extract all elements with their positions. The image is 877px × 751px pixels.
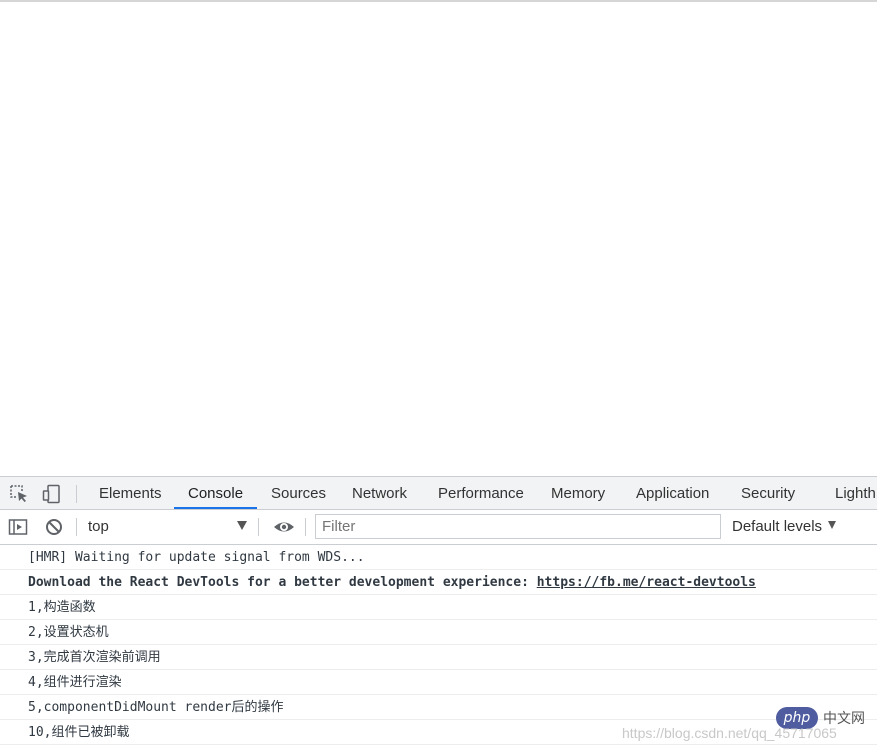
- context-selector[interactable]: top: [88, 510, 109, 544]
- chevron-down-icon[interactable]: [828, 521, 837, 529]
- console-message: [HMR] Waiting for update signal from WDS…: [0, 545, 877, 570]
- console-message-text: 5,componentDidMount render后的操作: [28, 700, 284, 715]
- clear-console-icon[interactable]: [44, 517, 64, 537]
- chevron-down-icon[interactable]: [237, 521, 247, 530]
- console-message: 2,设置状态机: [0, 620, 877, 645]
- watermark-url: https://blog.csdn.net/qq_45717065: [622, 725, 837, 741]
- console-messages: [HMR] Waiting for update signal from WDS…: [0, 545, 877, 751]
- inspect-element-icon[interactable]: [9, 484, 29, 504]
- console-message-text: 2,设置状态机: [28, 625, 109, 640]
- tab-performance[interactable]: Performance: [438, 477, 524, 509]
- console-message-text: [HMR] Waiting for update signal from WDS…: [28, 550, 365, 565]
- console-message-text: 4,组件进行渲染: [28, 675, 122, 690]
- tab-elements[interactable]: Elements: [99, 477, 162, 509]
- tab-sources[interactable]: Sources: [271, 477, 326, 509]
- log-levels-dropdown[interactable]: Default levels: [732, 510, 837, 544]
- react-devtools-link[interactable]: https://fb.me/react-devtools: [537, 575, 756, 590]
- console-message-text: 3,完成首次渲染前调用: [28, 650, 161, 665]
- live-expression-icon[interactable]: [273, 517, 294, 537]
- show-sidebar-icon[interactable]: [8, 517, 28, 537]
- tab-memory[interactable]: Memory: [551, 477, 605, 509]
- tab-console[interactable]: Console: [174, 477, 258, 509]
- devtools-tab-bar: Elements Console Sources Network Performance…: [0, 476, 877, 510]
- page-viewport: [0, 2, 877, 476]
- filter-input[interactable]: [315, 514, 721, 539]
- log-levels-label: Default levels: [732, 518, 823, 535]
- tab-application[interactable]: Application: [636, 477, 709, 509]
- toolbar-divider: [305, 518, 306, 536]
- tab-lighth[interactable]: Lighth: [835, 477, 876, 509]
- console-toolbar: top Default levels: [0, 510, 877, 545]
- tab-security[interactable]: Security: [741, 477, 795, 509]
- console-message: Download the React DevTools for a better…: [0, 570, 877, 595]
- tab-network[interactable]: Network: [352, 477, 407, 509]
- toolbar-divider: [258, 518, 259, 536]
- console-message: 5,componentDidMount render后的操作: [0, 695, 877, 720]
- console-message-text: 10,组件已被卸载: [28, 725, 130, 740]
- console-message: 3,完成首次渲染前调用: [0, 645, 877, 670]
- devtools-panel: Elements Console Sources Network Performance…: [0, 476, 877, 751]
- console-message: 1,构造函数: [0, 595, 877, 620]
- console-message-text: Download the React DevTools for a better…: [28, 575, 537, 590]
- console-message-text: 1,构造函数: [28, 600, 96, 615]
- console-message: 4,组件进行渲染: [0, 670, 877, 695]
- device-toolbar-icon[interactable]: [42, 484, 62, 504]
- toolbar-divider: [76, 518, 77, 536]
- toolbar-divider: [76, 485, 77, 503]
